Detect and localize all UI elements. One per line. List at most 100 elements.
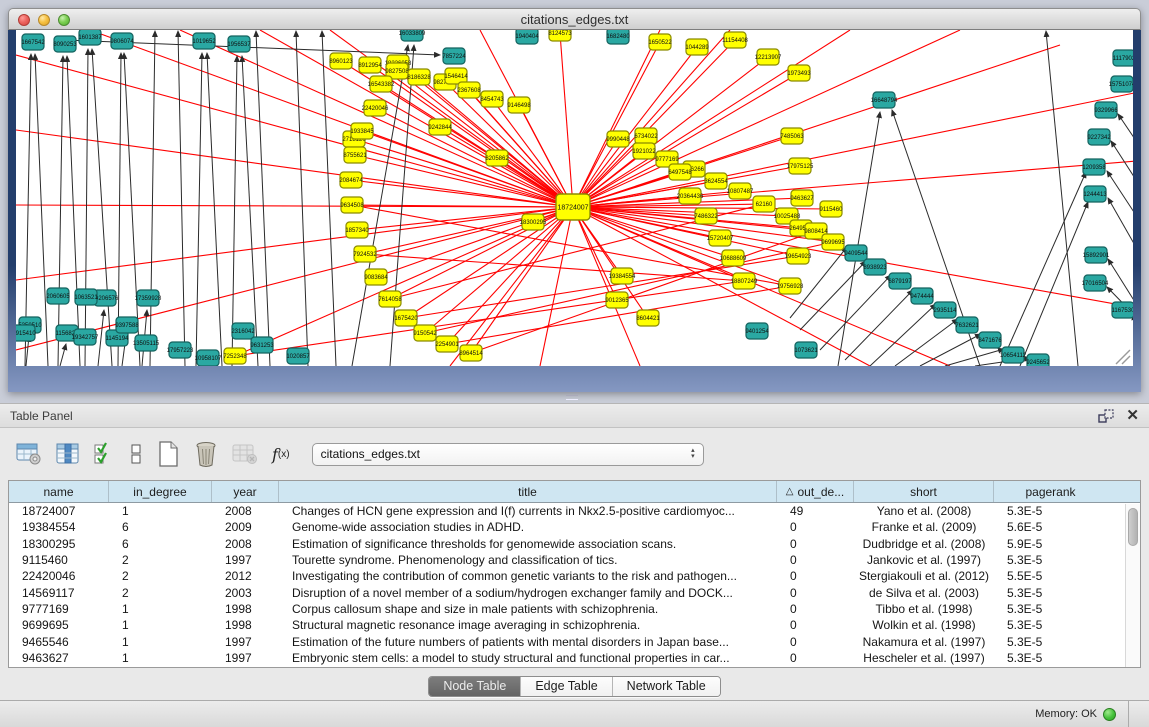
graph-node[interactable]: 8090253 [53,36,77,52]
graph-node[interactable]: 19654923 [785,248,812,264]
graph-node[interactable]: 7485063 [780,128,804,144]
column-header-short[interactable]: short [854,481,994,502]
graph-node[interactable]: 1650522 [648,34,672,50]
graph-node[interactable]: 9146498 [507,97,531,113]
tab-network-table[interactable]: Network Table [612,677,720,696]
graph-node[interactable]: 1073621 [794,342,818,358]
row-height-icon[interactable] [130,437,142,471]
column-settings-icon[interactable] [56,437,80,471]
column-header-pagerank[interactable]: pagerank [994,481,1107,502]
graph-node[interactable]: 2367608 [457,82,481,98]
graph-node[interactable]: 1020857 [286,348,310,364]
table-row[interactable]: 977716911998Corpus callosum shape and si… [9,601,1140,617]
table-row[interactable]: 1456911722003Disruption of a novel membe… [9,584,1140,600]
graph-node[interactable]: 1044289 [685,39,709,55]
graph-node[interactable]: 20364436 [677,188,704,204]
graph-node[interactable]: 8912954 [358,57,382,73]
column-header-in-degree[interactable]: in_degree [109,481,212,502]
graph-node[interactable]: 18300295 [520,214,547,230]
graph-node[interactable]: 7486322 [694,208,718,224]
graph-node[interactable]: 1601387 [78,30,102,45]
graph-node[interactable]: 8186328 [407,69,431,85]
graph-node[interactable]: 1167530 [1112,302,1133,318]
zoom-traffic-light-icon[interactable] [58,14,70,26]
graph-node[interactable]: 3915410 [16,325,36,341]
table-scrollbar[interactable] [1125,504,1140,667]
graph-node[interactable]: 1019652 [192,33,216,49]
graph-hub-node[interactable]: 18724007 [556,194,590,220]
graph-node[interactable]: 3624554 [704,173,728,189]
graph-node[interactable]: 18807249 [731,273,758,289]
table-row[interactable]: 911546021997Tourette syndrome. Phenomeno… [9,552,1140,568]
graph-node[interactable]: 9463627 [790,190,814,206]
graph-node[interactable]: 19756928 [777,278,804,294]
graph-node[interactable]: 17957223 [167,342,194,358]
graph-node[interactable]: 9409544 [844,245,868,261]
graph-node[interactable]: 6497548 [668,164,692,180]
graph-node[interactable]: 62160 [753,196,775,212]
graph-node[interactable]: 22420046 [362,100,389,116]
graph-node[interactable]: 17016504 [1082,275,1109,291]
new-file-icon[interactable] [156,437,180,471]
graph-node[interactable]: 9227342 [1087,129,1111,145]
column-header-name[interactable]: name [9,481,109,502]
table-row[interactable]: 2242004622012Investigating the contribut… [9,568,1140,584]
graph-node[interactable]: 2935114 [934,302,958,318]
graph-node[interactable]: 8471676 [978,332,1002,348]
table-row[interactable]: 969969511998Structural magnetic resonanc… [9,617,1140,633]
graph-node[interactable]: 1117902 [1113,50,1133,66]
graph-node[interactable]: 19384554 [609,268,636,284]
graph-node[interactable]: 8205862 [485,150,509,166]
graph-node[interactable]: 8964514 [459,345,483,361]
graph-node[interactable]: 17359928 [135,290,162,306]
panel-resize-grip[interactable] [566,395,578,400]
graph-node[interactable]: 16648794 [871,92,898,108]
graph-node[interactable]: 16033809 [399,30,426,41]
graph-node[interactable]: 7857224 [442,48,466,64]
graph-node[interactable]: 10958107 [195,350,222,366]
graph-node[interactable]: 10688609 [720,250,747,266]
graph-node[interactable]: 9397588 [115,317,139,333]
graph-node[interactable]: 8454743 [480,91,504,107]
delete-icon[interactable] [194,437,218,471]
graph-node[interactable]: 9401254 [745,323,769,339]
minimize-traffic-light-icon[interactable] [38,14,50,26]
graph-node[interactable]: 6734022 [634,128,658,144]
graph-node[interactable]: 12213907 [755,49,782,65]
float-panel-icon[interactable] [1098,409,1114,423]
table-row[interactable]: 1938455462009Genome-wide association stu… [9,519,1140,535]
table-row[interactable]: 1872400712008Changes of HCN gene express… [9,503,1140,519]
graph-node[interactable]: 17975125 [787,158,814,174]
graph-node[interactable]: 9329966 [1094,102,1118,118]
close-panel-icon[interactable]: ✕ [1126,408,1139,423]
graph-node[interactable]: 9245652 [1026,354,1050,366]
graph-node[interactable]: 1973493 [787,65,811,81]
graph-node[interactable]: 7252348 [223,348,247,364]
table-scrollbar-thumb[interactable] [1128,508,1138,546]
graph-node[interactable]: 11154408 [722,32,748,48]
table-selector-dropdown[interactable]: citations_edges.txt ▴▾ [312,443,704,466]
graph-node[interactable]: 9634508 [340,197,364,213]
graph-node[interactable]: 8755621 [343,147,367,163]
graph-node[interactable]: 7924532 [353,246,377,262]
graph-node[interactable]: 13505115 [133,335,160,351]
graph-node[interactable]: 15751074 [1109,76,1133,92]
graph-node[interactable]: 1921022 [632,143,656,159]
graph-node[interactable]: 2316042 [231,323,255,339]
graph-node[interactable]: 8960123 [329,53,353,69]
graph-node[interactable]: 19342757 [72,329,99,345]
graph-node[interactable]: 9699695 [821,234,845,250]
graph-node[interactable]: 6879197 [888,273,912,289]
graph-node[interactable]: 9115460 [820,201,844,217]
graph-node[interactable]: 9631253 [250,337,274,353]
graph-node[interactable]: 7614058 [378,291,402,307]
column-header-title[interactable]: title [279,481,777,502]
table-row[interactable]: 946554611997Estimation of the future num… [9,633,1140,649]
select-columns-icon[interactable] [94,437,116,471]
graph-node[interactable]: 8124573 [548,30,572,41]
tab-node-table[interactable]: Node Table [429,677,520,696]
graph-node[interactable]: 9990448 [606,131,630,147]
graph-node[interactable]: 8938923 [863,259,887,275]
graph-node[interactable]: 1675420 [394,310,418,326]
graph-node[interactable]: 1209358 [1082,159,1106,175]
